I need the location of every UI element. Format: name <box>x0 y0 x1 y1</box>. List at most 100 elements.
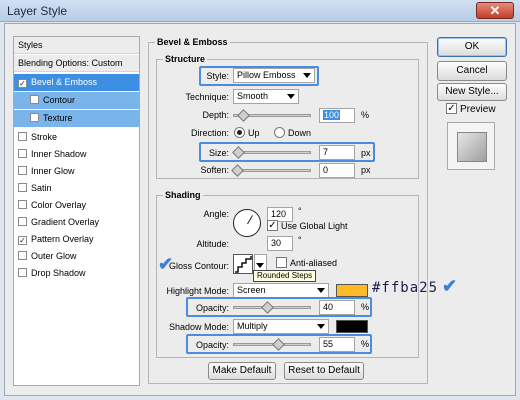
style-item-color-overlay[interactable]: Color Overlay <box>14 197 139 214</box>
contour-curve-icon <box>235 256 252 273</box>
shading-title: Shading <box>163 190 203 200</box>
slider-thumb[interactable] <box>237 109 250 122</box>
checkbox-drop-shadow[interactable] <box>18 268 27 277</box>
style-item-label: Contour <box>43 95 76 105</box>
highlight-mode-select[interactable]: Screen <box>233 283 329 298</box>
anti-aliased-checkbox[interactable] <box>276 257 287 268</box>
shadow-mode-value: Multiply <box>237 321 268 331</box>
technique-select[interactable]: Smooth <box>233 89 299 104</box>
style-item-label: Satin <box>31 183 52 193</box>
shadow-mode-label: Shadow Mode: <box>168 322 229 332</box>
style-item-label: Gradient Overlay <box>31 217 100 227</box>
shadow-color-swatch[interactable] <box>336 320 368 333</box>
structure-title: Structure <box>163 54 208 64</box>
highlight-opacity-input[interactable]: 40 <box>319 300 355 315</box>
style-item-stroke[interactable]: Stroke <box>14 129 139 146</box>
checkbox-color-overlay[interactable] <box>18 200 27 209</box>
close-button[interactable]: ✕ <box>476 2 514 19</box>
preview-label: Preview <box>460 104 496 115</box>
style-item-drop-shadow[interactable]: Drop Shadow <box>14 265 139 282</box>
anti-aliased-label: Anti-aliased <box>290 258 338 268</box>
shadow-mode-select[interactable]: Multiply <box>233 319 329 334</box>
style-item-label: Inner Glow <box>31 166 75 176</box>
slider-thumb[interactable] <box>261 301 274 314</box>
style-item-bevel-emboss[interactable]: ✓ Bevel & Emboss <box>14 74 139 91</box>
angle-unit: ° <box>298 206 302 216</box>
checkbox-inner-glow[interactable] <box>18 166 27 175</box>
style-item-gradient-overlay[interactable]: Gradient Overlay <box>14 214 139 231</box>
checkbox-outer-glow[interactable] <box>18 251 27 260</box>
depth-slider[interactable] <box>233 109 311 122</box>
highlight-opacity-slider[interactable] <box>233 301 311 314</box>
preview-swatch <box>457 132 487 162</box>
checkbox-satin[interactable] <box>18 183 27 192</box>
style-select-value: Pillow Emboss <box>237 70 296 80</box>
altitude-input[interactable]: 30 <box>267 236 293 251</box>
shadow-opacity-label: Opacity: <box>195 340 229 350</box>
global-light-checkbox[interactable]: ✓ <box>267 220 278 231</box>
new-style-button[interactable]: New Style... <box>437 83 507 101</box>
technique-label: Technique: <box>185 92 229 102</box>
style-item-label: Color Overlay <box>31 200 87 210</box>
highlight-opacity-label: Opacity: <box>195 303 229 313</box>
direction-down-radio[interactable] <box>274 127 285 138</box>
checkbox-bevel[interactable]: ✓ <box>18 79 27 88</box>
style-item-inner-shadow[interactable]: Inner Shadow <box>14 146 139 163</box>
preview-thumbnail <box>447 122 495 170</box>
chevron-down-icon <box>287 94 295 99</box>
size-slider[interactable] <box>232 146 311 159</box>
highlight-color-swatch[interactable] <box>336 284 368 297</box>
style-item-contour[interactable]: Contour <box>14 92 139 109</box>
blending-options[interactable]: Blending Options: Custom <box>14 55 139 72</box>
annotation-hex: #ffba25 <box>372 280 439 296</box>
style-item-label: Texture <box>43 113 73 123</box>
checkbox-gradient-overlay[interactable] <box>18 217 27 226</box>
checkbox-contour[interactable] <box>30 95 39 104</box>
preview-checkbox[interactable]: ✓ <box>446 103 457 114</box>
highlight-opacity-unit: % <box>361 302 370 312</box>
style-item-texture[interactable]: Texture <box>14 110 139 127</box>
reset-default-button[interactable]: Reset to Default <box>284 362 364 380</box>
slider-track <box>233 169 311 172</box>
checkbox-stroke[interactable] <box>18 132 27 141</box>
soften-input[interactable]: 0 <box>319 163 355 178</box>
styles-header[interactable]: Styles <box>14 37 139 54</box>
style-item-pattern-overlay[interactable]: ✓ Pattern Overlay <box>14 231 139 248</box>
style-label: Style: <box>206 71 229 81</box>
size-unit: px <box>361 148 371 158</box>
gloss-contour-label: Gloss Contour: <box>168 261 229 271</box>
shadow-opacity-input[interactable]: 55 <box>319 337 355 352</box>
angle-label: Angle: <box>203 209 229 219</box>
ok-button[interactable]: OK <box>437 37 507 57</box>
title-bar <box>0 0 520 22</box>
shadow-opacity-slider[interactable] <box>233 338 311 351</box>
soften-slider[interactable] <box>231 164 311 177</box>
altitude-label: Altitude: <box>196 239 229 249</box>
style-item-outer-glow[interactable]: Outer Glow <box>14 248 139 265</box>
style-item-label: Stroke <box>31 132 58 142</box>
slider-thumb[interactable] <box>272 338 285 351</box>
chevron-down-icon <box>317 288 325 293</box>
style-select[interactable]: Pillow Emboss <box>233 68 315 83</box>
size-label: Size: <box>208 148 229 158</box>
style-item-label: Outer Glow <box>31 251 77 261</box>
slider-thumb[interactable] <box>232 146 245 159</box>
window-title: Layer Style <box>7 4 68 18</box>
chevron-down-icon <box>317 324 325 329</box>
style-item-satin[interactable]: Satin <box>14 180 139 197</box>
checkbox-texture[interactable] <box>30 113 39 122</box>
checkbox-pattern-overlay[interactable]: ✓ <box>18 236 27 245</box>
direction-up-radio[interactable] <box>234 127 245 138</box>
depth-input[interactable]: 100 <box>319 108 355 123</box>
checkbox-inner-shadow[interactable] <box>18 149 27 158</box>
gloss-contour-preview[interactable] <box>233 254 253 274</box>
depth-unit: % <box>361 110 370 120</box>
angle-dial[interactable] <box>233 209 261 237</box>
size-input[interactable]: 7 <box>319 145 355 160</box>
style-item-inner-glow[interactable]: Inner Glow <box>14 163 139 180</box>
make-default-button[interactable]: Make Default <box>208 362 276 380</box>
style-item-label: Pattern Overlay <box>31 234 94 244</box>
cancel-button[interactable]: Cancel <box>437 61 507 81</box>
highlight-mode-label: Highlight Mode: <box>166 286 229 296</box>
slider-thumb[interactable] <box>231 164 244 177</box>
